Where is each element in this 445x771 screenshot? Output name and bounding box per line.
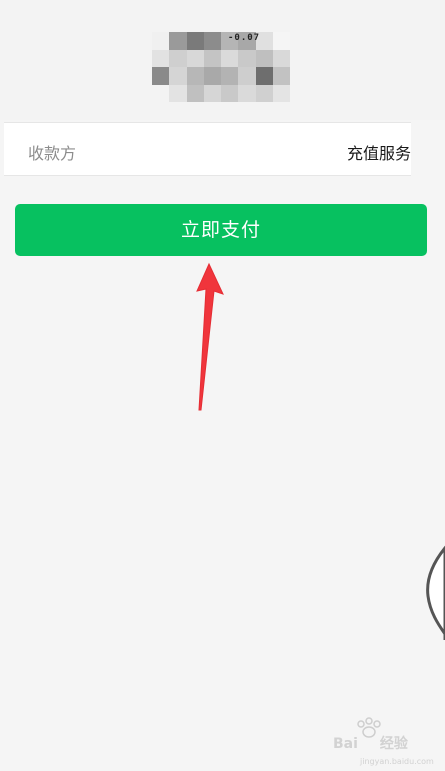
- edge-decoration: [426, 545, 445, 640]
- pay-now-button[interactable]: 立即支付: [15, 204, 427, 256]
- watermark-sub: jingyan.baidu.com: [360, 757, 434, 766]
- payee-value: 充值服务: [346, 144, 411, 163]
- watermark-brand-2: 经验: [379, 736, 408, 752]
- watermark-text: Bai 经验: [333, 733, 408, 753]
- amount-text: -0.07: [228, 33, 261, 43]
- amount-display: [152, 32, 290, 102]
- arrow-annotation: [196, 262, 224, 411]
- payee-row: 收款方 充值服务: [4, 122, 411, 176]
- payee-label: 收款方: [28, 144, 77, 163]
- payment-page: -0.07 收款方 充值服务 立即支付 Bai 经验 jingyan.baidu.…: [0, 0, 445, 771]
- watermark-brand: Bai: [333, 736, 358, 752]
